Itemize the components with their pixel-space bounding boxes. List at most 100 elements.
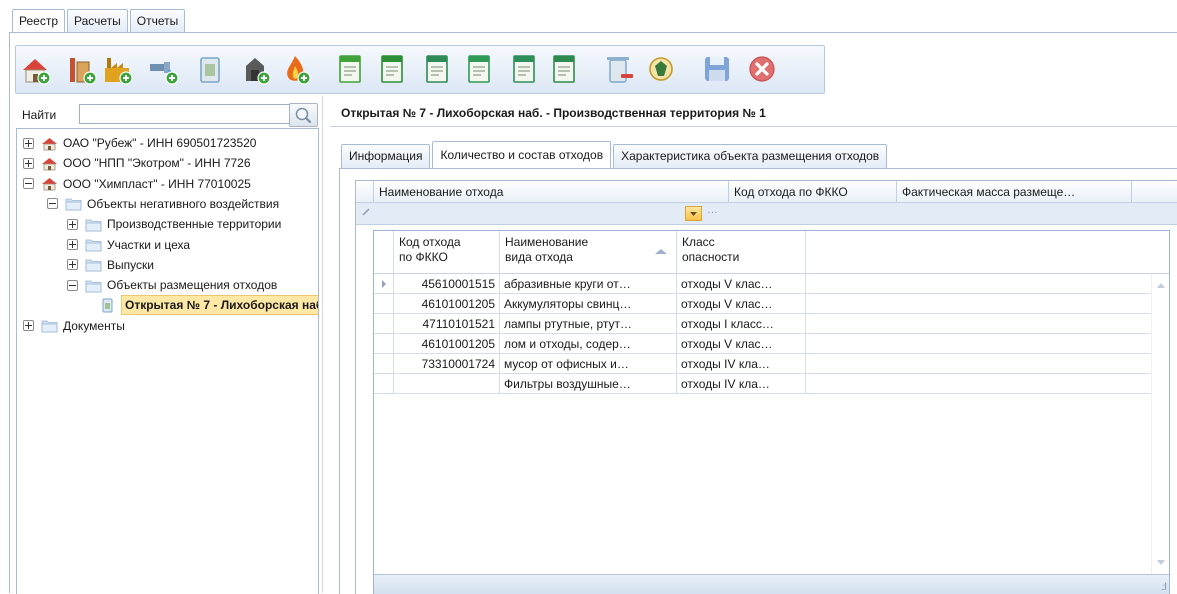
- tree-item[interactable]: ООО "Химпласт" - ИНН 77010025: [23, 174, 251, 194]
- toolbar-button-document-edit[interactable]: [376, 52, 410, 86]
- tree-item[interactable]: Открытая № 7 - Лихоборская наб.: [99, 295, 318, 316]
- search-icon: [295, 107, 312, 124]
- inner-col-hazard-class[interactable]: Класс опасности: [677, 231, 806, 274]
- folder-icon: [85, 278, 107, 293]
- toolbar-button-document-light[interactable]: [463, 52, 497, 86]
- tree-expand-icon[interactable]: [67, 239, 78, 250]
- tab-waste-composition[interactable]: Количество и состав отходов: [432, 141, 612, 168]
- table-row[interactable]: Фильтры воздушные… отходы IV кла…: [374, 374, 1169, 394]
- toolbar-button-document-truck[interactable]: [548, 52, 582, 86]
- tree-item-label: Выпуски: [107, 257, 154, 272]
- add-waste-site-icon: [200, 57, 220, 83]
- cell-fkko-code: 46101001205: [394, 334, 500, 354]
- cell-hazard-class: отходы IV кла…: [677, 354, 806, 374]
- tab-site-characteristics[interactable]: Характеристика объекта размещения отходо…: [613, 144, 888, 168]
- object-title: Открытая № 7 - Лихоборская наб. - Произв…: [341, 106, 766, 120]
- cell-waste-type-name: лом и отходы, содер…: [500, 334, 677, 354]
- toolbar-button-add-organization[interactable]: [18, 52, 52, 86]
- tree-collapse-icon[interactable]: [67, 279, 78, 291]
- add-furnace-icon: [246, 58, 271, 85]
- tree-expand-icon[interactable]: [67, 259, 78, 271]
- panel-splitter[interactable]: [322, 96, 323, 593]
- row-indicator: [374, 354, 394, 374]
- cell-hazard-class: отходы V клас…: [677, 274, 806, 294]
- cell-hazard-class: отходы V клас…: [677, 334, 806, 354]
- inner-col-filler: [806, 231, 1169, 274]
- tree-item[interactable]: Выпуски: [67, 255, 154, 275]
- inner-grid-indicator-header: [374, 231, 394, 274]
- cell-filler: [806, 334, 1152, 354]
- table-row[interactable]: 46101001205 Аккумуляторы свинц… отходы V к…: [374, 294, 1169, 314]
- filter-row[interactable]: …: [356, 203, 1177, 225]
- cell-hazard-class: отходы I класс…: [677, 314, 806, 334]
- tree-item[interactable]: Участки и цеха: [67, 235, 190, 255]
- tree-item[interactable]: Производственные территории: [67, 214, 281, 234]
- tree-expand-icon[interactable]: [23, 320, 34, 332]
- tree-item[interactable]: Объекты размещения отходов: [67, 275, 277, 295]
- toolbar-button-add-furnace[interactable]: [238, 52, 272, 86]
- folder-icon: [41, 318, 63, 333]
- row-indicator: [374, 374, 394, 394]
- outer-col-fkko-code[interactable]: Код отхода по ФККО: [729, 181, 897, 203]
- toolbar-button-delete-bin[interactable]: [601, 52, 635, 86]
- tree-item[interactable]: ОАО "Рубеж" - ИНН 690501723520: [23, 133, 256, 153]
- document-image-icon: [426, 55, 448, 83]
- resize-grip-icon[interactable]: .:ǀ: [1161, 582, 1167, 593]
- object-tabs: Информация Количество и состав отходов Х…: [341, 141, 889, 168]
- inner-col-waste-type-name-line2: вида отхода: [505, 250, 573, 264]
- table-row[interactable]: 47110101521 лампы ртутные, ртут… отходы I …: [374, 314, 1169, 334]
- toolbar-button-document-green[interactable]: [334, 52, 368, 86]
- tree-expand-icon[interactable]: [67, 218, 78, 230]
- tree-expand-icon[interactable]: [23, 137, 34, 149]
- top-tab-calculations[interactable]: Расчеты: [67, 9, 128, 32]
- cell-waste-type-name: мусор от офисных и…: [500, 354, 677, 374]
- organization-icon: [41, 136, 63, 151]
- inner-col-hazard-class-line2: опасности: [682, 250, 740, 264]
- tree-item[interactable]: ООО "НПП "Экотром" - ИНН 7726: [23, 153, 251, 173]
- search-button[interactable]: [289, 103, 318, 127]
- toolbar-button-regulator-emblem[interactable]: [644, 52, 678, 86]
- tree-item-label: Производственные территории: [107, 217, 282, 232]
- toolbar-button-document-gear[interactable]: [508, 52, 542, 86]
- filter-ellipsis-button[interactable]: …: [707, 204, 718, 216]
- document-edit-icon: [381, 55, 403, 83]
- toolbar-button-close-cancel[interactable]: [745, 52, 779, 86]
- toolbar-button-document-image[interactable]: [421, 52, 455, 86]
- toolbar-button-add-pipe-outlet[interactable]: [146, 52, 180, 86]
- outer-col-waste-name[interactable]: Наименование отхода: [374, 181, 729, 203]
- tab-information[interactable]: Информация: [341, 144, 431, 168]
- toolbar-button-add-waste-site[interactable]: [193, 52, 227, 86]
- table-row[interactable]: 46101001205 лом и отходы, содер… отходы V …: [374, 334, 1169, 354]
- toolbar-button-add-fire-source[interactable]: [278, 52, 312, 86]
- top-tab-registry[interactable]: Реестр: [12, 9, 65, 33]
- tree-collapse-icon[interactable]: [23, 178, 34, 190]
- row-indicator: [374, 314, 394, 334]
- search-input[interactable]: [79, 104, 292, 124]
- filter-dropdown-button[interactable]: [685, 206, 702, 221]
- tree-collapse-icon[interactable]: [47, 198, 58, 210]
- table-row[interactable]: 45610001515 абразивные круги от… отходы V …: [374, 274, 1169, 294]
- top-tab-reports[interactable]: Отчеты: [129, 9, 186, 32]
- inner-col-fkko-code[interactable]: Код отхода по ФККО: [394, 231, 500, 274]
- scroll-down-icon[interactable]: [1157, 560, 1165, 565]
- document-truck-icon: [553, 55, 575, 83]
- cell-filler: [806, 354, 1152, 374]
- cell-fkko-code: [394, 374, 500, 394]
- tree-item[interactable]: Объекты негативного воздействия: [47, 194, 279, 214]
- delete-bin-icon: [607, 57, 633, 83]
- table-row[interactable]: 73310001724 мусор от офисных и… отходы IV …: [374, 354, 1169, 374]
- toolbar-button-add-production-territory[interactable]: [64, 52, 98, 86]
- toolbar-button-save-disk[interactable]: [700, 52, 734, 86]
- toolbar-button-add-factory[interactable]: [100, 52, 134, 86]
- vertical-scrollbar[interactable]: [1151, 274, 1169, 574]
- tree-expand-icon[interactable]: [23, 157, 34, 169]
- add-organization-icon: [23, 59, 51, 85]
- title-divider: [330, 126, 1177, 127]
- row-indicator: [374, 274, 394, 294]
- outer-col-actual-mass[interactable]: Фактическая масса размеще…: [897, 181, 1132, 203]
- tree-item[interactable]: Документы: [23, 316, 125, 336]
- find-label: Найти: [22, 108, 57, 122]
- inner-col-waste-type-name[interactable]: Наименование вида отхода: [500, 231, 677, 274]
- scroll-up-icon[interactable]: [1157, 283, 1165, 288]
- outer-grid-indicator-header: [356, 181, 374, 203]
